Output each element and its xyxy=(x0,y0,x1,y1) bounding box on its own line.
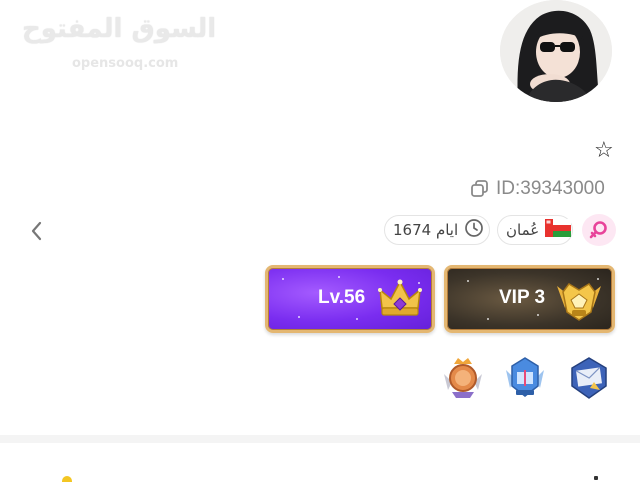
vip-emblem-icon xyxy=(555,274,603,326)
female-gender-icon xyxy=(582,214,616,246)
country-pill: عُمان xyxy=(497,215,573,245)
crown-icon xyxy=(376,274,424,326)
membership-days-pill: 1674 ايام xyxy=(384,215,490,245)
watermark-latin: opensooq.com xyxy=(72,56,179,71)
envelope-medal-icon[interactable] xyxy=(566,356,612,400)
gift-medal-icon[interactable] xyxy=(502,356,548,400)
avatar[interactable] xyxy=(500,0,612,102)
partial-icon xyxy=(62,476,72,482)
vip-badge[interactable]: VIP 3 xyxy=(444,265,615,333)
oman-flag-icon xyxy=(545,219,572,241)
level-badge[interactable]: Lv.56 xyxy=(265,265,435,333)
user-id-row[interactable]: ID:39343000 xyxy=(470,176,605,202)
copy-icon[interactable] xyxy=(470,179,490,199)
clock-icon xyxy=(464,218,484,242)
watermark-arabic: السوق المفتوح xyxy=(22,14,217,44)
section-divider xyxy=(0,435,640,443)
partial-mark xyxy=(594,476,598,480)
level-label: Lv.56 xyxy=(318,287,366,308)
membership-days: 1674 ايام xyxy=(393,221,459,239)
medal-orange-icon[interactable] xyxy=(440,356,486,400)
country-name: عُمان xyxy=(506,221,540,239)
vip-label: VIP 3 xyxy=(499,287,546,308)
favorite-star-icon[interactable]: ☆ xyxy=(594,138,614,163)
chevron-left-icon[interactable] xyxy=(26,218,48,244)
user-id: ID:39343000 xyxy=(496,178,605,199)
